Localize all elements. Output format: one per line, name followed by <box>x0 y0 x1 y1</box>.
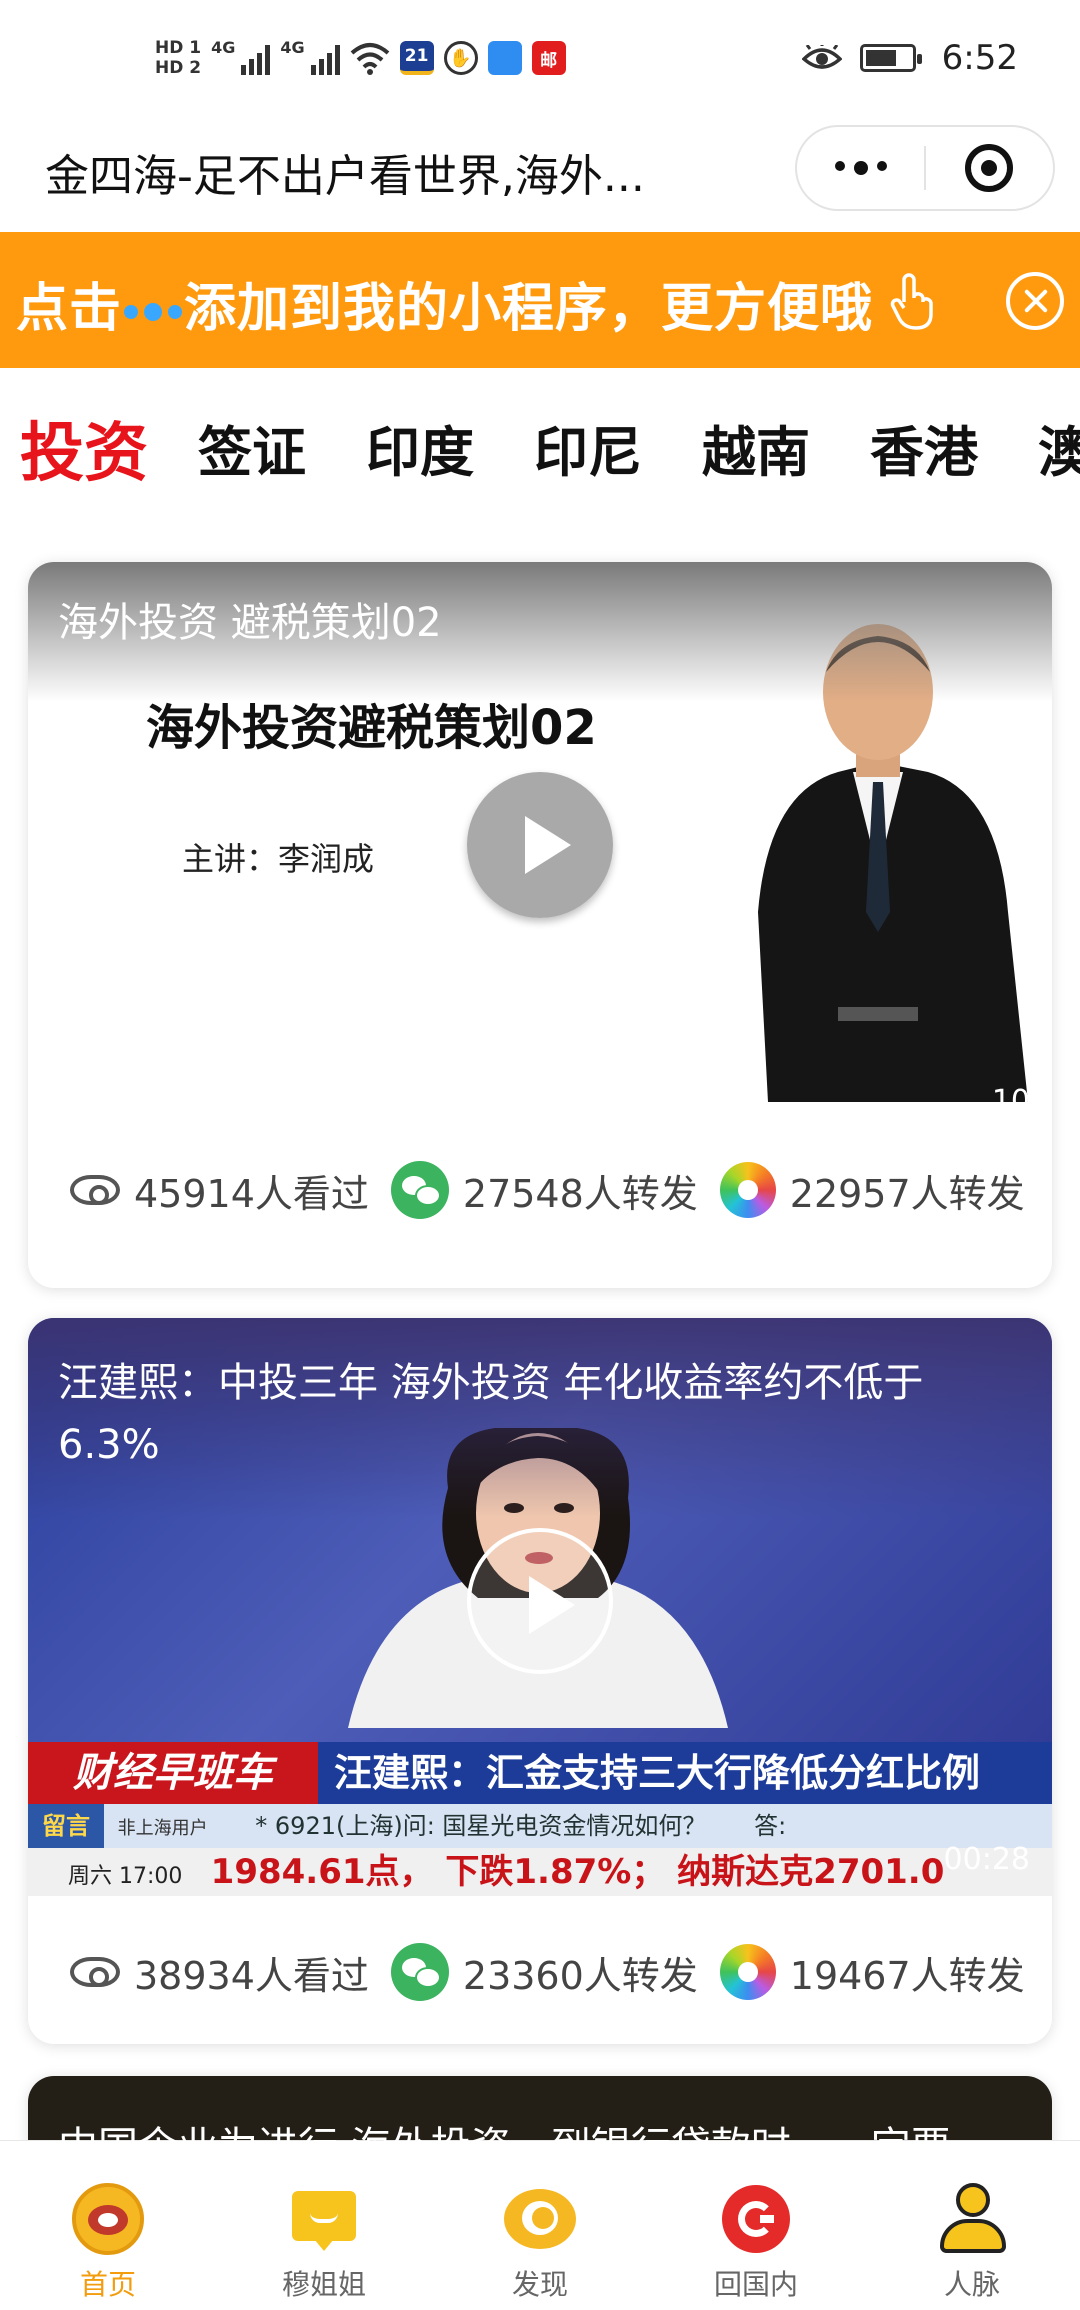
chat-bubble-icon <box>288 2183 360 2255</box>
tab-vietnam[interactable]: 越南 <box>702 408 810 487</box>
banner-text-after: 添加到我的小程序，更方便哦 <box>184 279 874 339</box>
capsule-menu <box>795 125 1055 211</box>
post-icon: 邮 <box>531 41 566 75</box>
tap-hand-icon <box>890 273 933 330</box>
pig-home-icon <box>72 2183 144 2255</box>
moments-share-count[interactable]: 19467人转发 <box>719 1944 1025 2000</box>
tab-hongkong[interactable]: 香港 <box>870 408 978 487</box>
eye-icon <box>70 1175 120 1205</box>
video-title: 汪建熙：中投三年 海外投资 年化收益率约不低于6.3% <box>58 1360 924 1468</box>
news-index-bar: 周六 17:00 1984.61点， 下跌1.87%； 纳斯达克2701.0 <box>28 1848 1052 1896</box>
signal-icon-2 <box>310 41 340 75</box>
moments-icon <box>719 1162 776 1218</box>
ticker-date: 周六 17:00 <box>68 1864 183 1889</box>
message-icon <box>487 41 522 75</box>
video-duration: 10 <box>991 1084 1030 1102</box>
dots-icon <box>124 303 183 321</box>
tab-return-china-label: 回国内 <box>713 2268 798 2301</box>
tab-sister-mu-label: 穆姐姐 <box>281 2268 366 2301</box>
video-title: 海外投资 避税策划02 <box>58 600 442 646</box>
video-thumbnail[interactable]: 海外投资 避税策划02 海外投资避税策划02 主讲：李润成 10 <box>28 562 1052 1102</box>
tab-visa[interactable]: 签证 <box>198 408 306 487</box>
hand-icon: ✋ <box>443 41 478 75</box>
news-headline: 汪建熙：汇金支持三大行降低分红比例 <box>334 1751 981 1795</box>
ticker-index: 1984.61点， 下跌1.87%； 纳斯达克2701.0 <box>210 1852 945 1892</box>
add-to-my-miniprogram-banner[interactable]: 点击 添加到我的小程序，更方便哦 <box>0 232 1080 368</box>
status-left: HD 1 HD 2 4G 4G 21 ✋ 邮 <box>155 28 566 88</box>
eye-comfort-icon <box>801 45 842 69</box>
moments-share-count[interactable]: 22957人转发 <box>719 1162 1025 1218</box>
page: HD 1 HD 2 4G 4G 21 ✋ 邮 6:52 金四海-足不出户看世界,… <box>0 0 1080 2310</box>
tab-contacts-label: 人脉 <box>943 2268 1000 2301</box>
signal-icon <box>241 41 271 75</box>
view-count: 38934人看过 <box>70 1945 369 2000</box>
wechat-icon <box>390 1161 449 1219</box>
status-right: 6:52 <box>801 38 1018 78</box>
hd1-label: HD 1 <box>155 38 202 58</box>
video-card[interactable]: 海外投资 避税策划02 海外投资避税策划02 主讲：李润成 10 45914人看… <box>28 562 1052 1288</box>
video-card[interactable]: 汪建熙：中投三年 海外投资 年化收益率约不低于6.3% 财经早班车 汪建熙：汇金… <box>28 1318 1052 2044</box>
play-button[interactable] <box>467 1528 613 1674</box>
target-icon <box>965 144 1014 192</box>
discover-eye-icon <box>504 2183 576 2255</box>
video-thumbnail[interactable]: 汪建熙：中投三年 海外投资 年化收益率约不低于6.3% 财经早班车 汪建熙：汇金… <box>28 1318 1052 1896</box>
banner-close-icon[interactable] <box>1006 272 1064 330</box>
view-count-text: 45914人看过 <box>134 1171 369 1216</box>
news-ticker: 留言 非上海用户 * 6921(上海)问: 国星光电资金情况如何？ 答: <box>28 1804 1052 1848</box>
hd2-label: HD 2 <box>155 58 202 78</box>
moments-share-text: 19467人转发 <box>789 1953 1025 1998</box>
slide-speaker: 主讲：李润成 <box>182 840 375 878</box>
wechat-icon <box>390 1943 449 2001</box>
network-type-1: 4G <box>211 38 236 57</box>
category-tabs: 投资 签证 印度 印尼 越南 香港 澳 <box>0 368 1080 508</box>
tab-macau[interactable]: 澳 <box>1038 408 1080 487</box>
contacts-icon <box>936 2183 1008 2255</box>
network-type-2: 4G <box>280 38 305 57</box>
moments-icon <box>719 1944 776 2000</box>
banner-text-before: 点击 <box>16 279 123 339</box>
status-bar: HD 1 HD 2 4G 4G 21 ✋ 邮 6:52 <box>0 0 1080 120</box>
eye-icon <box>70 1957 120 1987</box>
view-count-text: 38934人看过 <box>134 1953 369 1998</box>
wifi-icon <box>350 43 389 75</box>
ticker-label: 留言 <box>28 1804 104 1848</box>
play-button[interactable] <box>467 772 613 918</box>
tab-india[interactable]: 印度 <box>366 408 474 487</box>
video-title: 中国企业为进行 海外投资，到银行贷款时，一定要 <box>58 2124 951 2170</box>
more-options-button[interactable] <box>797 161 924 175</box>
ticker-text: * 6921(上海)问: 国星光电资金情况如何？ <box>255 1812 707 1840</box>
close-miniprogram-button[interactable] <box>926 144 1053 192</box>
hd-indicator: HD 1 HD 2 <box>155 38 201 78</box>
video-stats: 45914人看过 27548人转发 22957人转发 <box>28 1130 1052 1250</box>
news-headline-bar: 财经早班车 汪建熙：汇金支持三大行降低分红比例 <box>28 1742 1052 1804</box>
ticker-sub: 非上海用户 <box>117 1818 208 1839</box>
tab-discover-label: 发现 <box>511 2268 568 2301</box>
wechat-share-count[interactable]: 23360人转发 <box>390 1943 698 2001</box>
video-stats: 38934人看过 23360人转发 19467人转发 <box>28 1912 1052 2032</box>
wechat-share-count[interactable]: 27548人转发 <box>390 1161 698 1219</box>
wechat-share-text: 23360人转发 <box>462 1953 698 1998</box>
battery-icon <box>859 44 922 72</box>
tab-investment[interactable]: 投资 <box>20 402 148 494</box>
news-program-logo: 财经早班车 <box>28 1742 318 1804</box>
video-duration: 00:28 <box>943 1842 1030 1877</box>
return-icon <box>720 2183 792 2255</box>
wechat-share-text: 27548人转发 <box>462 1171 698 1216</box>
moments-share-text: 22957人转发 <box>789 1171 1025 1216</box>
21-news-icon: 21 <box>399 41 434 75</box>
page-title: 金四海-足不出户看世界,海外... <box>45 151 645 202</box>
banner-text: 点击 添加到我的小程序，更方便哦 <box>16 266 873 341</box>
ticker-answer: 答: <box>754 1812 787 1840</box>
view-count: 45914人看过 <box>70 1163 369 1218</box>
tab-home-label: 首页 <box>79 2268 136 2301</box>
tab-indonesia[interactable]: 印尼 <box>534 408 642 487</box>
clock: 6:52 <box>941 38 1018 78</box>
